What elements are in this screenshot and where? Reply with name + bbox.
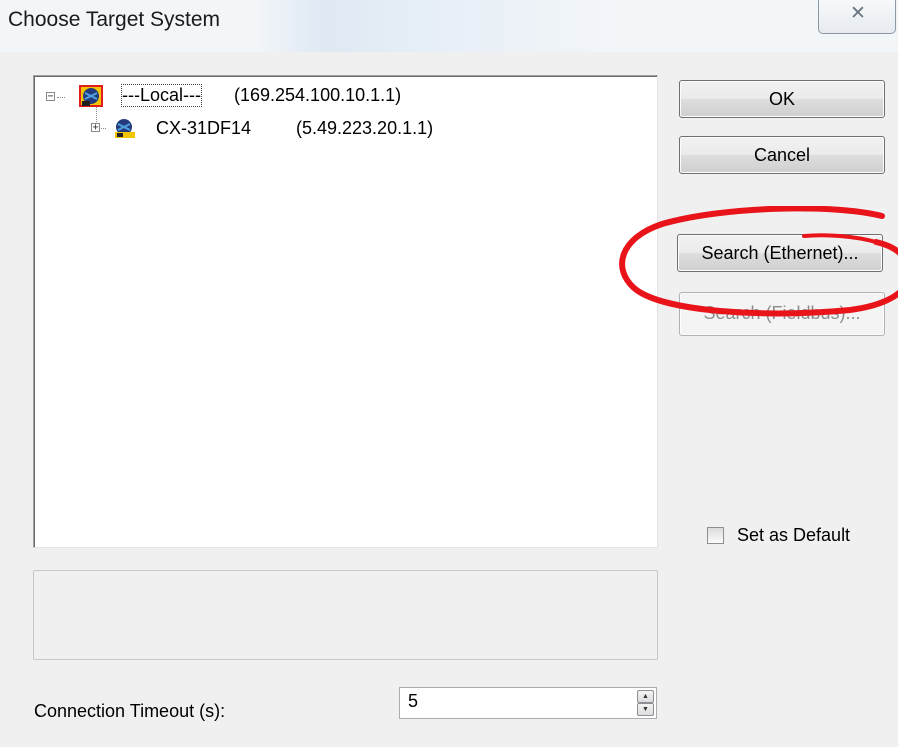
cancel-button[interactable]: Cancel (679, 136, 885, 174)
target-tree[interactable]: − ---Local--- (169.254.100.10.1.1) + CX-… (33, 75, 658, 548)
tree-connector (57, 97, 65, 98)
cancel-button-label: Cancel (753, 145, 811, 165)
tree-node-address: (169.254.100.10.1.1) (234, 85, 402, 105)
spin-down-icon[interactable]: ▼ (637, 703, 654, 716)
search-ethernet-button[interactable]: Search (Ethernet)... (677, 234, 883, 272)
title-bar: Choose Target System ✕ (0, 0, 898, 52)
set-as-default-label[interactable]: Set as Default (737, 525, 850, 546)
info-panel (33, 570, 658, 660)
close-button[interactable]: ✕ (818, 0, 896, 34)
connection-timeout-label: Connection Timeout (s): (34, 701, 226, 721)
spin-up-icon[interactable]: ▲ (637, 690, 654, 703)
ok-button[interactable]: OK (679, 80, 885, 118)
connection-timeout-value[interactable]: 5 (408, 691, 418, 712)
ok-button-label: OK (768, 89, 795, 109)
spinner-buttons: ▲ ▼ (637, 690, 654, 716)
expand-icon[interactable]: + (91, 123, 100, 133)
search-ethernet-label: Search (Ethernet)... (701, 243, 859, 263)
close-icon: ✕ (850, 3, 866, 24)
search-fieldbus-label: Search (Fieldbus)... (703, 303, 861, 323)
dialog-title: Choose Target System (8, 8, 221, 31)
connection-timeout-spinner[interactable]: 5 ▲ ▼ (399, 687, 657, 719)
network-computer-icon (79, 85, 103, 107)
tree-node-address: (5.49.223.20.1.1) (296, 118, 434, 138)
search-fieldbus-button[interactable]: Search (Fieldbus)... (679, 292, 885, 336)
collapse-icon[interactable]: − (46, 92, 55, 102)
tree-node-label: CX-31DF14 (156, 118, 252, 138)
network-device-icon (115, 119, 135, 138)
tree-node-label: ---Local--- (121, 84, 202, 107)
set-as-default-checkbox[interactable] (707, 527, 724, 544)
